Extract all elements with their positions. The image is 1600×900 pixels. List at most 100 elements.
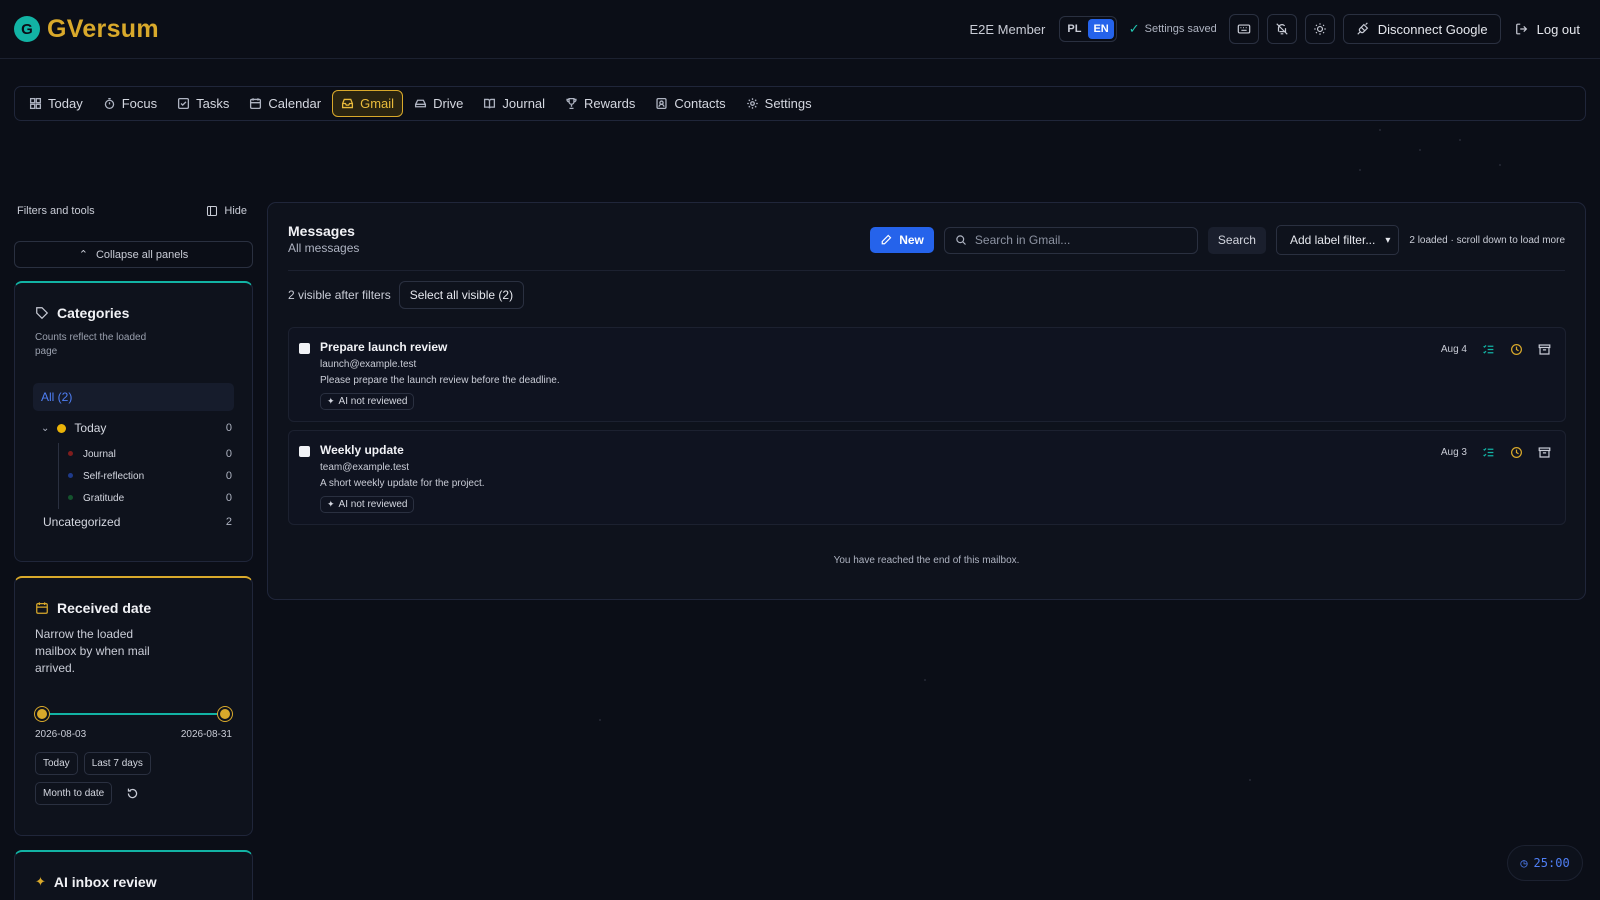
- reset-icon[interactable]: [126, 787, 139, 800]
- email-actions: Aug 3: [1441, 445, 1551, 459]
- clock-icon: [1510, 446, 1522, 458]
- notifications-off-button[interactable]: [1266, 14, 1297, 44]
- check-icon: ✓: [1128, 21, 1140, 36]
- nav-calendar[interactable]: Calendar: [240, 90, 330, 117]
- subcategory-journal-count: 0: [225, 448, 232, 460]
- nav-settings[interactable]: Settings: [737, 90, 821, 117]
- nav-contacts[interactable]: Contacts: [646, 90, 734, 117]
- create-task-button[interactable]: [1481, 342, 1495, 356]
- logout-button[interactable]: Log out: [1509, 22, 1586, 37]
- email-row[interactable]: Prepare launch review launch@example.tes…: [288, 327, 1566, 422]
- email-row[interactable]: Weekly update team@example.test A short …: [288, 430, 1566, 525]
- ai-status-badge: ✦ AI not reviewed: [320, 393, 415, 410]
- visible-count: 2 visible after filters: [288, 288, 391, 302]
- chip-month-to-date[interactable]: Month to date: [35, 782, 113, 805]
- drive-icon: [415, 99, 427, 108]
- email-date: Aug 4: [1440, 343, 1467, 355]
- category-all[interactable]: All (2): [33, 383, 234, 411]
- ai-review-title[interactable]: ✦ AI inbox review: [35, 874, 232, 890]
- snooze-button[interactable]: [1509, 445, 1523, 459]
- calendar-icon: [250, 98, 262, 110]
- search-icon: [956, 235, 966, 245]
- keyboard-button[interactable]: [1228, 14, 1259, 44]
- categories-title-text: Categories: [57, 305, 130, 321]
- timer-icon: [104, 97, 114, 110]
- received-date-title[interactable]: Received date: [35, 600, 232, 616]
- collapse-all-button[interactable]: ⌃ Collapse all panels: [14, 241, 253, 268]
- snooze-button[interactable]: [1509, 342, 1523, 356]
- archive-button[interactable]: [1537, 445, 1551, 459]
- email-date: Aug 3: [1440, 446, 1467, 458]
- focus-timer-widget[interactable]: ◷ 25:00: [1507, 845, 1583, 881]
- lang-pl-button[interactable]: PL: [1062, 19, 1086, 39]
- nav-gmail-label: Gmail: [360, 96, 395, 111]
- subcategory-self-reflection-count: 0: [225, 470, 232, 482]
- archive-button[interactable]: [1537, 342, 1551, 356]
- disconnect-google-button[interactable]: Disconnect Google: [1342, 14, 1501, 44]
- loaded-note: 2 loaded · scroll down to load more: [1409, 234, 1565, 246]
- ai-status-badge: ✦ AI not reviewed: [320, 496, 415, 513]
- chevron-up-icon: ⌃: [78, 249, 88, 261]
- nav-rewards[interactable]: Rewards: [556, 90, 644, 117]
- new-message-button[interactable]: New: [870, 227, 934, 253]
- received-date-title-text: Received date: [57, 600, 152, 616]
- logout-label: Log out: [1536, 21, 1580, 37]
- chip-last-7-days[interactable]: Last 7 days: [83, 752, 151, 775]
- search-input[interactable]: [974, 233, 1175, 247]
- select-all-visible-button[interactable]: Select all visible (2): [398, 281, 525, 309]
- archive-icon: [1538, 446, 1550, 458]
- subcategory-journal-label: Journal: [83, 448, 116, 460]
- nav-today-label: Today: [48, 96, 83, 111]
- nav-contacts-label: Contacts: [674, 96, 726, 111]
- subcategory-journal[interactable]: Journal 0: [15, 443, 232, 465]
- sparkle-icon: ✦: [327, 396, 335, 406]
- subcategory-self-reflection[interactable]: Self-reflection 0: [15, 465, 232, 487]
- clock-icon: [1510, 343, 1522, 355]
- email-actions: Aug 4: [1441, 342, 1551, 356]
- header-actions: E2E Member PL EN ✓ Settings saved Discon…: [970, 14, 1587, 44]
- categories-title[interactable]: Categories: [35, 305, 232, 321]
- member-label: E2E Member: [969, 21, 1046, 37]
- theme-toggle-button[interactable]: [1304, 14, 1335, 44]
- pencil-icon: [881, 234, 892, 245]
- received-date-subtitle: Narrow the loaded mailbox by when mail a…: [35, 627, 150, 675]
- check-square-icon: [178, 97, 190, 110]
- chip-today[interactable]: Today: [35, 752, 78, 775]
- nav-gmail[interactable]: Gmail: [332, 90, 404, 117]
- nav-focus[interactable]: Focus: [94, 90, 166, 117]
- nav-drive[interactable]: Drive: [405, 90, 472, 117]
- email-subject: Weekly update: [320, 443, 404, 457]
- sidebar-header: Filters and tools Hide: [17, 205, 247, 217]
- date-range-slider[interactable]: [35, 707, 232, 721]
- nav-rewards-label: Rewards: [584, 96, 636, 111]
- nav-tasks[interactable]: Tasks: [168, 90, 238, 117]
- email-preview: A short weekly update for the project.: [320, 478, 485, 489]
- email-checkbox[interactable]: [299, 446, 310, 457]
- email-checkbox[interactable]: [299, 343, 310, 354]
- categories-panel: Categories Counts reflect the loaded pag…: [14, 281, 253, 562]
- category-uncategorized[interactable]: Uncategorized 2: [35, 515, 232, 529]
- nav-today[interactable]: Today: [20, 90, 92, 117]
- label-filter-select[interactable]: Add label filter... ▾: [1275, 225, 1400, 255]
- email-sender: launch@example.test: [320, 359, 417, 370]
- contact-icon: [656, 97, 667, 110]
- search-button[interactable]: Search: [1207, 226, 1266, 254]
- slider-start-handle[interactable]: [35, 707, 49, 721]
- email-preview: Please prepare the launch review before …: [320, 375, 560, 386]
- create-task-button[interactable]: [1481, 445, 1495, 459]
- chevron-down-icon: ▾: [1385, 234, 1391, 246]
- timer-icon: ◷: [1520, 856, 1528, 870]
- category-today[interactable]: ⌄ Today 0: [35, 421, 232, 435]
- filter-summary-row: 2 visible after filters Select all visib…: [288, 281, 525, 309]
- categories-subtitle: Counts reflect the loaded page: [35, 332, 147, 357]
- chevron-down-icon[interactable]: ⌄: [41, 423, 49, 434]
- nav-journal[interactable]: Journal: [474, 90, 554, 117]
- today-color-dot: [57, 423, 67, 433]
- date-chip-row-2: Month to date: [35, 782, 232, 805]
- settings-saved-label: Settings saved: [1144, 23, 1217, 35]
- lang-en-button[interactable]: EN: [1088, 19, 1114, 39]
- hide-sidebar-button[interactable]: Hide: [206, 205, 247, 217]
- app-logo[interactable]: G GVersum: [14, 15, 159, 44]
- slider-end-handle[interactable]: [218, 707, 232, 721]
- subcategory-gratitude[interactable]: Gratitude 0: [15, 487, 232, 509]
